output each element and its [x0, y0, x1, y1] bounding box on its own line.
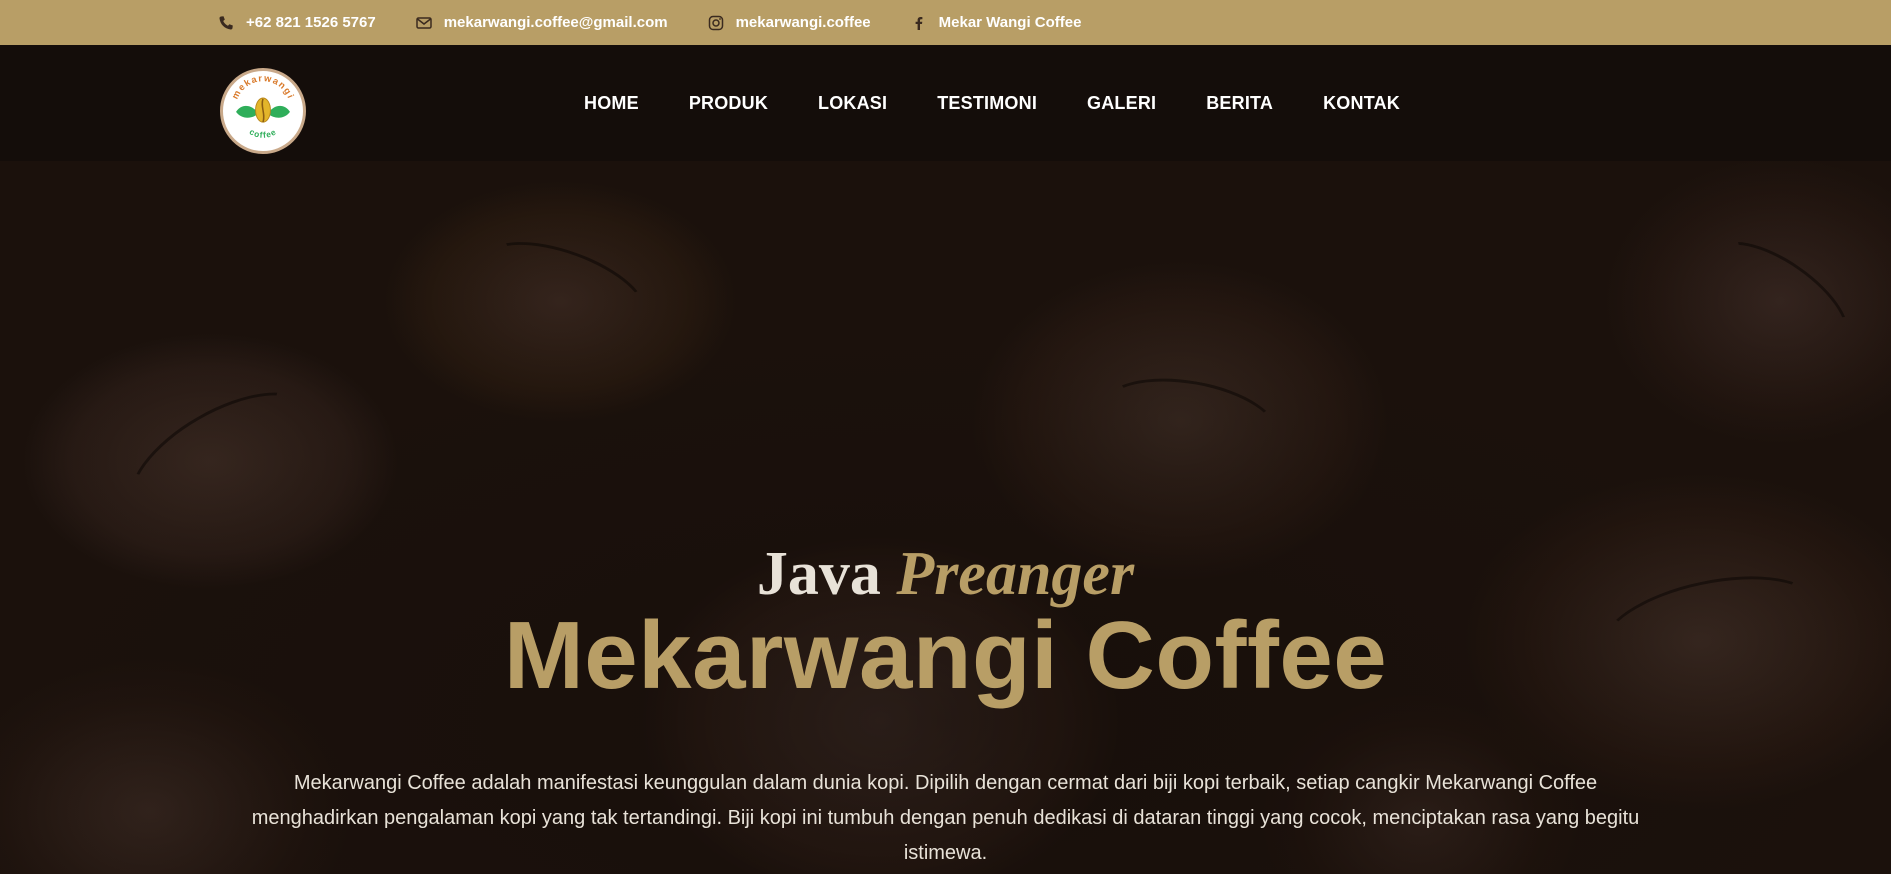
- facebook-icon: [911, 15, 927, 31]
- phone-icon: [218, 15, 234, 31]
- nav-produk[interactable]: PRODUK: [689, 93, 768, 114]
- hero-subtitle: Java Preanger: [0, 539, 1891, 610]
- phone-number: +62 821 1526 5767: [246, 14, 376, 31]
- brand-logo[interactable]: mekarwangi coffee: [220, 68, 306, 154]
- nav-home[interactable]: HOME: [584, 93, 639, 114]
- contact-instagram[interactable]: mekarwangi.coffee: [708, 14, 871, 31]
- main-menu: HOME PRODUK LOKASI TESTIMONI GALERI BERI…: [584, 45, 1450, 161]
- email-address: mekarwangi.coffee@gmail.com: [443, 14, 668, 31]
- hero-description: Mekarwangi Coffee adalah manifestasi keu…: [251, 772, 1640, 864]
- nav-lokasi[interactable]: LOKASI: [818, 93, 887, 114]
- envelope-icon: [415, 15, 432, 31]
- facebook-page-name: Mekar Wangi Coffee: [938, 14, 1082, 31]
- logo-graphic: mekarwangi coffee: [230, 73, 296, 140]
- hero-title: Mekarwangi Coffee: [503, 602, 1388, 709]
- main-navbar: mekarwangi coffee HOME PRODUK LOKASI TES…: [0, 45, 1891, 161]
- hero-section: Java Preanger Mekarwangi Coffee Mekarwan…: [0, 161, 1891, 874]
- logo-bottom-text: coffee: [248, 126, 278, 140]
- nav-testimoni[interactable]: TESTIMONI: [937, 93, 1037, 114]
- instagram-icon: [708, 15, 724, 31]
- contact-facebook[interactable]: Mekar Wangi Coffee: [911, 14, 1082, 31]
- nav-kontak[interactable]: KONTAK: [1323, 93, 1400, 114]
- logo-top-text: mekarwangi: [230, 73, 295, 101]
- svg-text:coffee: coffee: [248, 126, 279, 140]
- instagram-handle: mekarwangi.coffee: [735, 14, 871, 31]
- nav-berita[interactable]: BERITA: [1206, 93, 1273, 114]
- nav-galeri[interactable]: GALERI: [1087, 93, 1156, 114]
- hero-subtitle-accent: Preanger: [896, 540, 1135, 608]
- contact-phone[interactable]: +62 821 1526 5767: [218, 14, 376, 31]
- contact-bar: +62 821 1526 5767 mekarwangi.coffee@gmai…: [0, 0, 1891, 45]
- hero-content: Java Preanger Mekarwangi Coffee Mekarwan…: [0, 161, 1891, 874]
- hero-subtitle-plain: Java: [756, 540, 881, 608]
- svg-text:mekarwangi: mekarwangi: [230, 73, 296, 101]
- contact-email[interactable]: mekarwangi.coffee@gmail.com: [415, 14, 668, 31]
